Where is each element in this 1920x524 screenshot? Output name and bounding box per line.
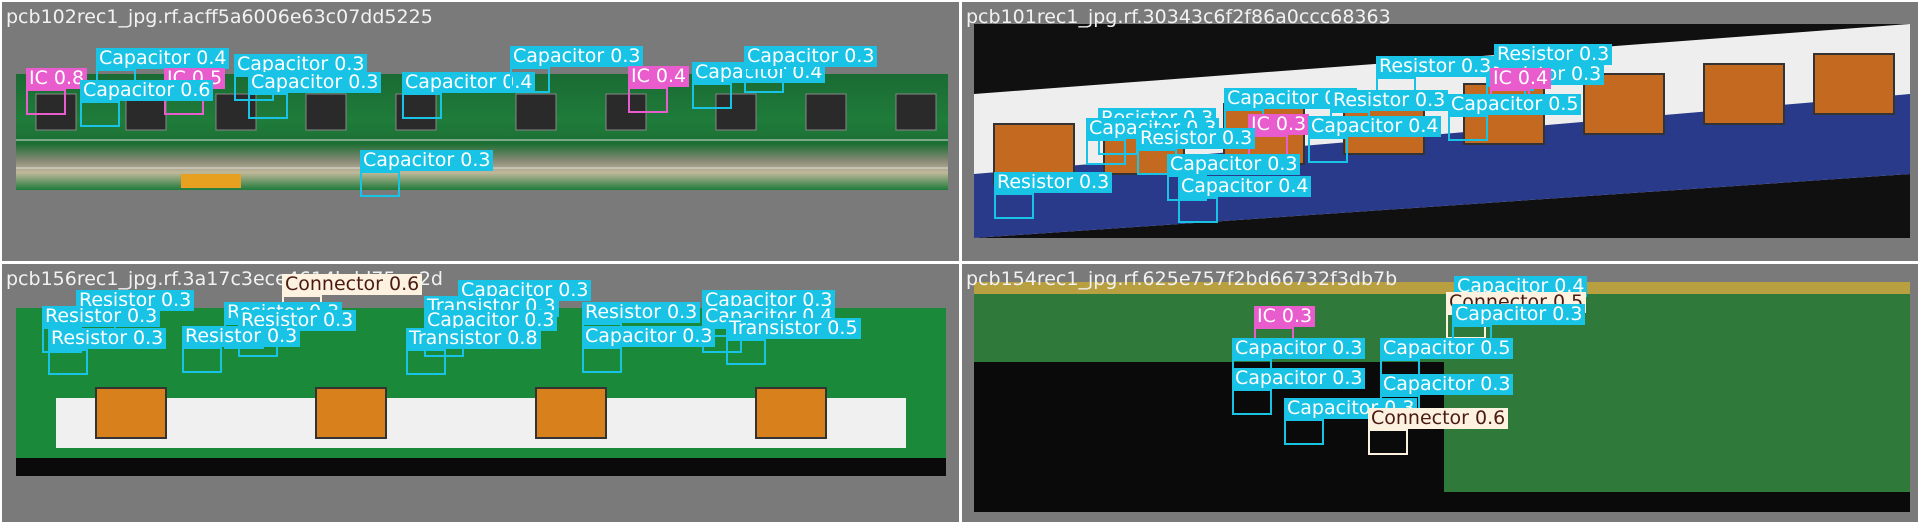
detection-label: Capacitor 0.6 <box>80 80 214 101</box>
image-panel-4[interactable]: pcb154rec1_jpg.rf.625e757f2bd66732f3db7b… <box>962 264 1918 522</box>
detection-label: Capacitor 0.3 <box>1452 304 1586 325</box>
image-panel-3[interactable]: pcb156rec1_jpg.rf.3a17c3ece4614bdd75aa2d… <box>2 264 959 522</box>
detection-box <box>1308 137 1348 163</box>
detection-label: Resistor 0.3 <box>582 302 701 323</box>
detection-box <box>182 347 222 373</box>
detection-label: IC 0.4 <box>1490 68 1552 89</box>
detection-label: Connector 0.6 <box>1368 408 1509 429</box>
detection-box <box>1232 389 1272 415</box>
detection-label: Transistor 0.5 <box>726 318 861 339</box>
detection-box <box>48 349 88 375</box>
detection-label: Capacitor 0.3 <box>360 150 494 171</box>
detection-label: Capacitor 0.3 <box>1380 374 1514 395</box>
detection-label: Capacitor 0.4 <box>1178 176 1312 197</box>
detection-box <box>1368 429 1408 455</box>
detection-label: Resistor 0.3 <box>1494 44 1613 65</box>
detection-label: Capacitor 0.3 <box>1232 368 1366 389</box>
detection-label: Capacitor 0.3 <box>248 72 382 93</box>
detection-box <box>80 101 120 127</box>
detection-box <box>360 171 400 197</box>
detection-box <box>628 87 668 113</box>
detection-box <box>402 93 442 119</box>
mosaic-grid: pcb102rec1_jpg.rf.acff5a6006e63c07dd5225… <box>0 0 1920 524</box>
detection-label: IC 0.3 <box>1254 306 1316 327</box>
detection-box <box>1178 197 1218 223</box>
detection-label: IC 0.4 <box>628 66 690 87</box>
detection-label: Resistor 0.3 <box>1330 90 1449 111</box>
panel-title: pcb101rec1_jpg.rf.30343c6f2f86a0ccc68363 <box>966 6 1391 28</box>
image-panel-1[interactable]: pcb102rec1_jpg.rf.acff5a6006e63c07dd5225… <box>2 2 959 261</box>
image-panel-2[interactable]: pcb101rec1_jpg.rf.30343c6f2f86a0ccc68363… <box>962 2 1918 261</box>
detection-label: Transistor 0.8 <box>406 328 541 349</box>
detection-box <box>510 67 550 93</box>
detection-label: Capacitor 0.4 <box>96 48 230 69</box>
detection-box <box>692 83 732 109</box>
detection-box <box>994 193 1034 219</box>
detection-box <box>406 349 446 375</box>
detection-label: Capacitor 0.5 <box>1380 338 1514 359</box>
pcb-board-image <box>974 282 1910 512</box>
panel-title: pcb102rec1_jpg.rf.acff5a6006e63c07dd5225 <box>6 6 433 28</box>
detection-box <box>248 93 288 119</box>
detection-label: Capacitor 0.3 <box>744 46 878 67</box>
detection-label: IC 0.8 <box>26 68 88 89</box>
detection-label: Resistor 0.3 <box>48 328 167 349</box>
detection-label: IC 0.3 <box>1248 114 1310 135</box>
detection-box <box>1086 139 1126 165</box>
detection-label: Capacitor 0.3 <box>1167 154 1301 175</box>
detection-box <box>726 339 766 365</box>
panel-title: pcb154rec1_jpg.rf.625e757f2bd66732f3db7b <box>966 268 1398 290</box>
detection-label: Capacitor 0.4 <box>1308 116 1442 137</box>
detection-label: Capacitor 0.3 <box>1232 338 1366 359</box>
detection-label: Resistor 0.3 <box>1376 56 1495 77</box>
detection-box <box>744 67 784 93</box>
detection-label: Resistor 0.3 <box>994 172 1113 193</box>
detection-box <box>582 347 622 373</box>
detection-label: Resistor 0.3 <box>182 326 301 347</box>
detection-label: Capacitor 0.5 <box>1448 94 1582 115</box>
detection-label: Connector 0.6 <box>282 274 423 295</box>
detection-label: Capacitor 0.3 <box>510 46 644 67</box>
detection-box <box>1284 419 1324 445</box>
detection-box <box>1448 115 1488 141</box>
detection-label: Resistor 0.3 <box>1137 128 1256 149</box>
detection-label: Resistor 0.3 <box>42 306 161 327</box>
pcb-board-graphic <box>974 282 1910 492</box>
detection-box <box>26 89 66 115</box>
detection-label: Capacitor 0.3 <box>582 326 716 347</box>
